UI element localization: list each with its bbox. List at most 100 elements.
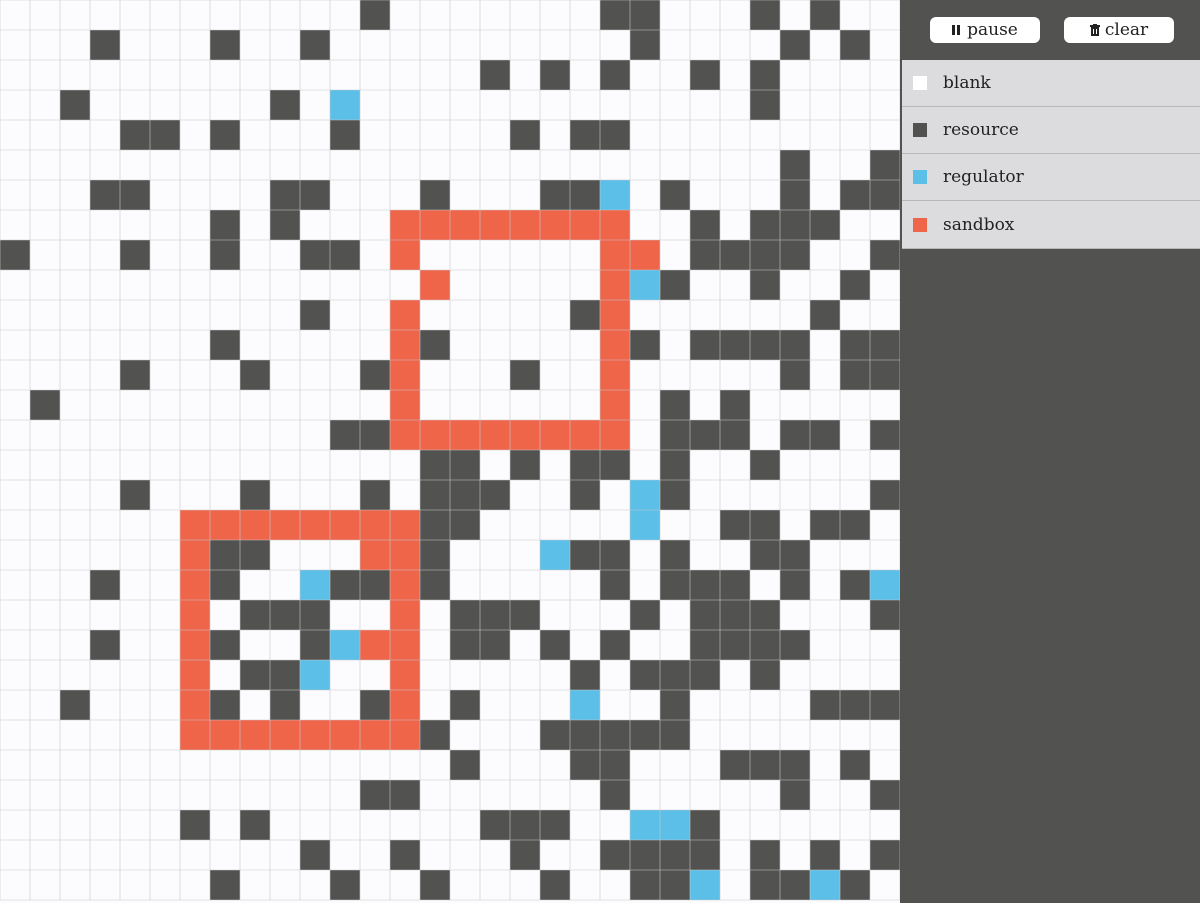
resource-cell[interactable] (840, 690, 870, 720)
regulator-cell[interactable] (690, 870, 720, 900)
sandbox-cell[interactable] (600, 330, 630, 360)
resource-cell[interactable] (780, 630, 810, 660)
resource-cell[interactable] (660, 480, 690, 510)
legend-item-resource[interactable]: resource (902, 107, 1200, 154)
resource-cell[interactable] (840, 270, 870, 300)
resource-cell[interactable] (690, 840, 720, 870)
sandbox-cell[interactable] (600, 360, 630, 390)
sandbox-cell[interactable] (600, 270, 630, 300)
sandbox-cell[interactable] (210, 720, 240, 750)
regulator-cell[interactable] (870, 570, 900, 600)
resource-cell[interactable] (210, 330, 240, 360)
resource-cell[interactable] (90, 570, 120, 600)
resource-cell[interactable] (840, 330, 870, 360)
sandbox-cell[interactable] (300, 720, 330, 750)
resource-cell[interactable] (570, 720, 600, 750)
resource-cell[interactable] (120, 180, 150, 210)
resource-cell[interactable] (540, 720, 570, 750)
sandbox-cell[interactable] (390, 300, 420, 330)
resource-cell[interactable] (540, 630, 570, 660)
resource-cell[interactable] (540, 180, 570, 210)
regulator-cell[interactable] (300, 660, 330, 690)
resource-cell[interactable] (450, 600, 480, 630)
sandbox-cell[interactable] (570, 210, 600, 240)
resource-cell[interactable] (390, 840, 420, 870)
resource-cell[interactable] (870, 180, 900, 210)
resource-cell[interactable] (240, 540, 270, 570)
sandbox-cell[interactable] (390, 630, 420, 660)
resource-cell[interactable] (780, 420, 810, 450)
sandbox-cell[interactable] (360, 630, 390, 660)
resource-cell[interactable] (210, 570, 240, 600)
sandbox-cell[interactable] (390, 240, 420, 270)
resource-cell[interactable] (690, 330, 720, 360)
resource-cell[interactable] (600, 750, 630, 780)
resource-cell[interactable] (840, 180, 870, 210)
resource-cell[interactable] (270, 210, 300, 240)
resource-cell[interactable] (510, 120, 540, 150)
resource-cell[interactable] (360, 0, 390, 30)
resource-cell[interactable] (450, 630, 480, 660)
sandbox-cell[interactable] (390, 540, 420, 570)
resource-cell[interactable] (840, 870, 870, 900)
resource-cell[interactable] (840, 510, 870, 540)
resource-cell[interactable] (750, 870, 780, 900)
resource-cell[interactable] (270, 180, 300, 210)
resource-cell[interactable] (720, 420, 750, 450)
resource-cell[interactable] (690, 810, 720, 840)
sandbox-cell[interactable] (300, 510, 330, 540)
resource-cell[interactable] (780, 240, 810, 270)
resource-cell[interactable] (630, 30, 660, 60)
resource-cell[interactable] (720, 630, 750, 660)
resource-cell[interactable] (780, 30, 810, 60)
resource-cell[interactable] (720, 240, 750, 270)
resource-cell[interactable] (870, 360, 900, 390)
resource-cell[interactable] (600, 0, 630, 30)
resource-cell[interactable] (300, 840, 330, 870)
sandbox-cell[interactable] (390, 390, 420, 420)
resource-cell[interactable] (270, 600, 300, 630)
sandbox-cell[interactable] (180, 600, 210, 630)
resource-cell[interactable] (660, 180, 690, 210)
resource-cell[interactable] (480, 480, 510, 510)
resource-cell[interactable] (870, 330, 900, 360)
resource-cell[interactable] (540, 870, 570, 900)
resource-cell[interactable] (120, 240, 150, 270)
resource-cell[interactable] (510, 360, 540, 390)
regulator-cell[interactable] (330, 630, 360, 660)
resource-cell[interactable] (120, 120, 150, 150)
legend-item-sandbox[interactable]: sandbox (902, 201, 1200, 249)
resource-cell[interactable] (660, 690, 690, 720)
sandbox-cell[interactable] (540, 210, 570, 240)
resource-cell[interactable] (630, 330, 660, 360)
resource-cell[interactable] (780, 780, 810, 810)
sandbox-cell[interactable] (360, 540, 390, 570)
sandbox-cell[interactable] (390, 720, 420, 750)
resource-cell[interactable] (90, 30, 120, 60)
resource-cell[interactable] (840, 30, 870, 60)
resource-cell[interactable] (420, 510, 450, 540)
resource-cell[interactable] (870, 420, 900, 450)
resource-cell[interactable] (810, 840, 840, 870)
sandbox-cell[interactable] (480, 420, 510, 450)
resource-cell[interactable] (420, 180, 450, 210)
resource-cell[interactable] (480, 630, 510, 660)
resource-cell[interactable] (180, 810, 210, 840)
resource-cell[interactable] (810, 510, 840, 540)
sandbox-cell[interactable] (630, 240, 660, 270)
sandbox-cell[interactable] (600, 420, 630, 450)
sandbox-cell[interactable] (420, 420, 450, 450)
resource-cell[interactable] (360, 360, 390, 390)
resource-cell[interactable] (720, 600, 750, 630)
sandbox-cell[interactable] (180, 510, 210, 540)
grid-canvas[interactable] (0, 0, 900, 903)
resource-cell[interactable] (810, 690, 840, 720)
sandbox-cell[interactable] (390, 210, 420, 240)
resource-cell[interactable] (750, 90, 780, 120)
sandbox-cell[interactable] (180, 720, 210, 750)
resource-cell[interactable] (870, 150, 900, 180)
resource-cell[interactable] (240, 600, 270, 630)
resource-cell[interactable] (150, 120, 180, 150)
resource-cell[interactable] (690, 210, 720, 240)
resource-cell[interactable] (780, 360, 810, 390)
